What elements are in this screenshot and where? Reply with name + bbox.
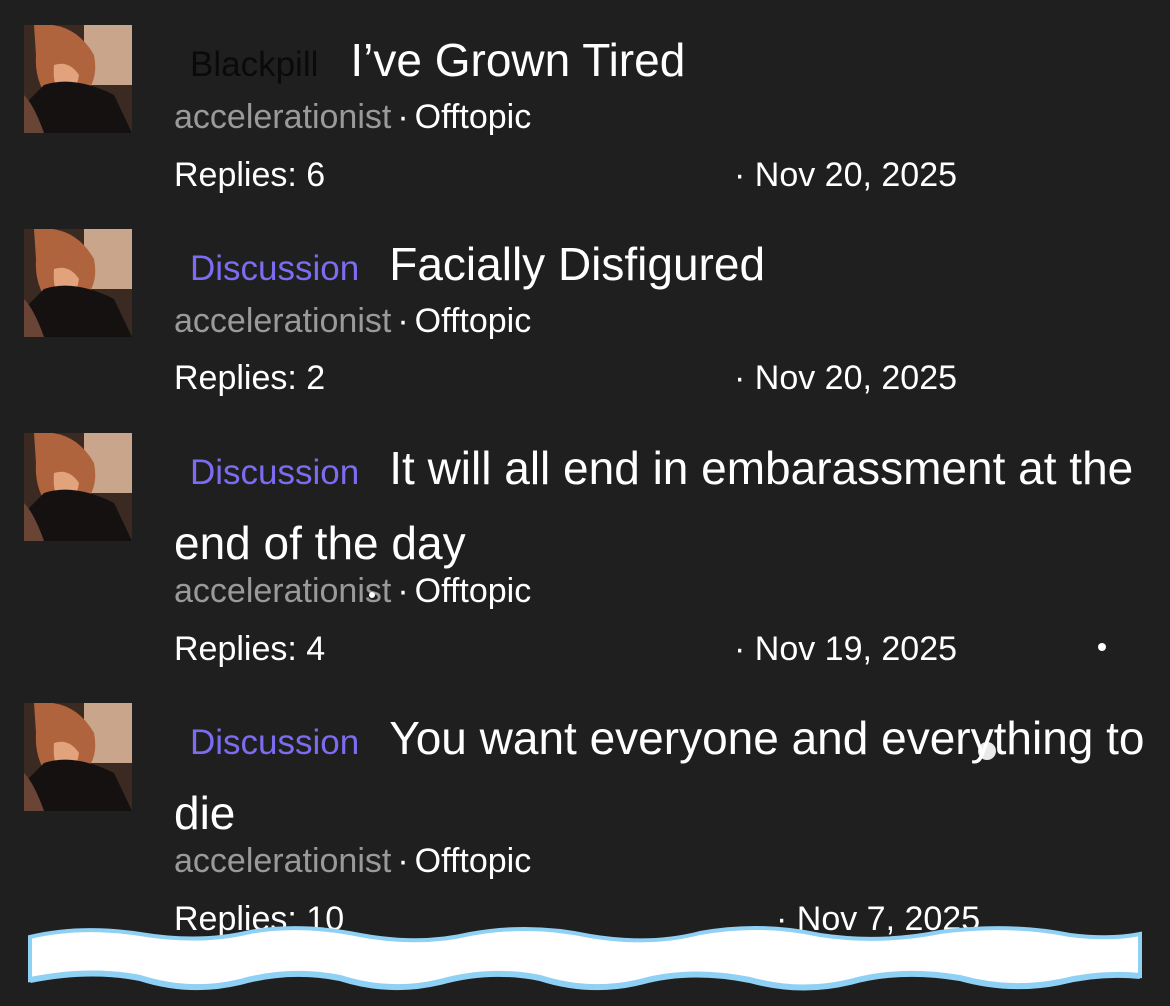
thread-title[interactable]: Facially Disfigured bbox=[389, 238, 765, 290]
thread-author[interactable]: accelerationist bbox=[174, 302, 391, 340]
thread-title-block[interactable]: Discussion Facially Disfigured bbox=[174, 229, 1149, 304]
meta-separator: · bbox=[397, 572, 409, 610]
thread-forum[interactable]: Offtopic bbox=[415, 302, 532, 340]
thread-replies: Replies: 6 bbox=[174, 156, 326, 194]
thread-author[interactable]: accelerationist bbox=[174, 572, 391, 610]
thread-title-block[interactable]: Blackpill I’ve Grown Tired bbox=[174, 25, 1149, 100]
thread-author[interactable]: accelerationist bbox=[174, 842, 391, 880]
meta-separator: · bbox=[397, 842, 409, 880]
thread-meta: accelerationist · Offtopic bbox=[174, 97, 531, 137]
thread-title[interactable]: I’ve Grown Tired bbox=[350, 34, 685, 86]
thread-title-block[interactable]: Discussion You want everyone and everythi… bbox=[174, 703, 1149, 848]
thread-prefix[interactable]: Blackpill bbox=[190, 30, 319, 100]
meta-separator: · bbox=[397, 98, 409, 136]
thread-meta: accelerationist · Offtopic bbox=[174, 841, 531, 881]
user-avatar-icon[interactable] bbox=[24, 703, 132, 811]
thread-list: Blackpill I’ve Grown Tired accelerationis… bbox=[0, 0, 1170, 1006]
thread-meta: accelerationist · Offtopic bbox=[174, 571, 531, 611]
speck-decoration bbox=[978, 742, 996, 760]
thread-date: · Nov 20, 2025 bbox=[734, 156, 958, 194]
meta-separator: · bbox=[397, 302, 409, 340]
speck-decoration bbox=[1098, 643, 1106, 651]
thread-replies: Replies: 2 bbox=[174, 359, 326, 397]
user-avatar-icon[interactable] bbox=[24, 25, 132, 133]
user-avatar-icon[interactable] bbox=[24, 229, 132, 337]
thread-replies: Replies: 4 bbox=[174, 630, 326, 668]
thread-forum[interactable]: Offtopic bbox=[415, 572, 532, 610]
thread-forum[interactable]: Offtopic bbox=[415, 98, 532, 136]
thread-prefix[interactable]: Discussion bbox=[190, 438, 359, 508]
speck-decoration bbox=[369, 592, 375, 598]
thread-prefix[interactable]: Discussion bbox=[190, 234, 359, 304]
thread-meta: accelerationist · Offtopic bbox=[174, 301, 531, 341]
torn-edge-decoration bbox=[28, 926, 1142, 991]
thread-title-block[interactable]: Discussion It will all end in embarassmen… bbox=[174, 433, 1149, 578]
thread-forum[interactable]: Offtopic bbox=[415, 842, 532, 880]
thread-prefix[interactable]: Discussion bbox=[190, 708, 359, 778]
user-avatar-icon[interactable] bbox=[24, 433, 132, 541]
thread-date: · Nov 20, 2025 bbox=[734, 359, 958, 397]
thread-author[interactable]: accelerationist bbox=[174, 98, 391, 136]
thread-date: · Nov 19, 2025 bbox=[734, 630, 958, 668]
